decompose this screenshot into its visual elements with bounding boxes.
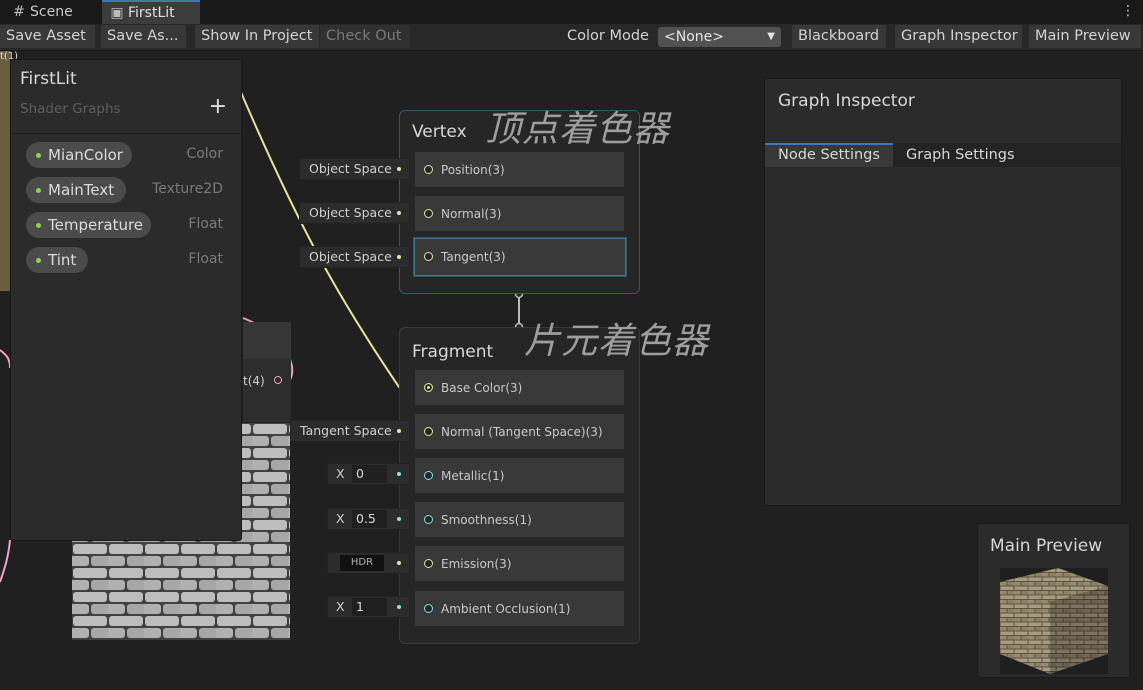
input-port[interactable] xyxy=(424,471,433,480)
sample-texture-output-label: t(4) xyxy=(243,374,265,388)
graph-inspector-title: Graph Inspector xyxy=(778,91,915,111)
property-dot-icon xyxy=(36,258,41,263)
port-dot xyxy=(397,561,401,565)
emission-input[interactable]: HDR xyxy=(327,552,410,574)
port-dot xyxy=(397,472,401,476)
fragment-slot-ambient-occlusion[interactable]: Ambient Occlusion(1) xyxy=(415,591,624,626)
fragment-slot-emission[interactable]: Emission(3) xyxy=(415,546,624,581)
smoothness-input[interactable]: X 0.5 xyxy=(327,508,410,530)
preview-cube-image[interactable] xyxy=(1000,568,1108,674)
input-port[interactable] xyxy=(424,383,433,392)
object-space-input[interactable]: Object Space xyxy=(299,202,410,224)
input-port[interactable] xyxy=(424,209,433,218)
blackboard-panel: FirstLit Shader Graphs + MianColor Color… xyxy=(10,59,242,541)
tangent-space-input[interactable]: Tangent Space xyxy=(290,420,410,442)
port-dot xyxy=(397,429,401,433)
fragment-slot-smoothness[interactable]: Smoothness(1) xyxy=(415,502,624,537)
vertex-slot-normal[interactable]: Normal(3) xyxy=(415,196,624,231)
tab-node-settings[interactable]: Node Settings xyxy=(765,143,893,167)
port-dot xyxy=(397,255,401,259)
property-type: Color xyxy=(186,146,223,162)
vertex-slot-position[interactable]: Position(3) xyxy=(415,152,624,187)
input-port[interactable] xyxy=(424,604,433,613)
fragment-slot-base-color[interactable]: Base Color(3) xyxy=(415,370,624,405)
graph-inspector-panel: Graph Inspector Node Settings Graph Sett… xyxy=(764,78,1122,506)
property-dot-icon xyxy=(36,153,41,158)
main-preview-title: Main Preview xyxy=(990,536,1103,556)
vertex-shader-annotation: 顶点着色器 xyxy=(485,109,671,150)
edge-left-pink xyxy=(0,349,11,369)
smoothness-value-field[interactable]: 0.5 xyxy=(352,510,387,528)
property-type: Texture2D xyxy=(152,181,223,197)
vertex-title: Vertex xyxy=(412,122,467,142)
port-dot xyxy=(397,517,401,521)
input-port[interactable] xyxy=(424,252,433,261)
input-port[interactable] xyxy=(424,165,433,174)
input-port[interactable] xyxy=(424,427,433,436)
fragment-slot-metallic[interactable]: Metallic(1) xyxy=(415,458,624,493)
ao-value-field[interactable]: 1 xyxy=(352,598,387,616)
main-preview-panel: Main Preview xyxy=(977,523,1130,678)
edge-left-pink-2 xyxy=(0,539,11,583)
metallic-input[interactable]: X0 xyxy=(327,463,410,485)
property-type: Float xyxy=(188,216,223,232)
property-pill[interactable]: Temperature xyxy=(26,212,151,238)
ambient-occlusion-input[interactable]: X1 xyxy=(327,596,410,618)
port-dot xyxy=(397,167,401,171)
port-dot xyxy=(397,211,401,215)
hdr-color-swatch[interactable]: HDR xyxy=(340,555,384,571)
tab-graph-settings[interactable]: Graph Settings xyxy=(893,143,1028,167)
object-space-input[interactable]: Object Space xyxy=(299,158,410,180)
property-type: Float xyxy=(188,251,223,267)
metallic-value-field[interactable]: 0 xyxy=(352,465,387,483)
property-pill[interactable]: Tint xyxy=(26,247,88,273)
sample-texture-node-header xyxy=(243,322,291,359)
blackboard-title: FirstLit xyxy=(20,69,77,89)
input-port[interactable] xyxy=(424,559,433,568)
inspector-tab-bar: Node Settings Graph Settings xyxy=(765,143,1121,167)
property-dot-icon xyxy=(36,223,41,228)
property-dot-icon xyxy=(36,188,41,193)
property-pill[interactable]: MainText xyxy=(26,177,126,203)
blackboard-subtitle: Shader Graphs xyxy=(20,101,121,117)
fragment-title: Fragment xyxy=(412,342,494,362)
add-property-button[interactable]: + xyxy=(209,94,227,119)
input-port[interactable] xyxy=(424,515,433,524)
fragment-shader-annotation: 片元着色器 xyxy=(524,321,710,362)
port-dot xyxy=(397,605,401,609)
sample-texture-output-port[interactable] xyxy=(274,376,282,384)
fragment-slot-normal[interactable]: Normal (Tangent Space)(3) xyxy=(415,414,624,449)
vertex-slot-tangent[interactable]: Tangent(3) xyxy=(413,237,627,277)
object-space-input[interactable]: Object Space xyxy=(299,246,410,268)
sample-texture-node[interactable]: t(4) xyxy=(243,322,291,422)
blackboard-divider xyxy=(11,133,241,134)
property-pill[interactable]: MianColor xyxy=(26,142,132,168)
